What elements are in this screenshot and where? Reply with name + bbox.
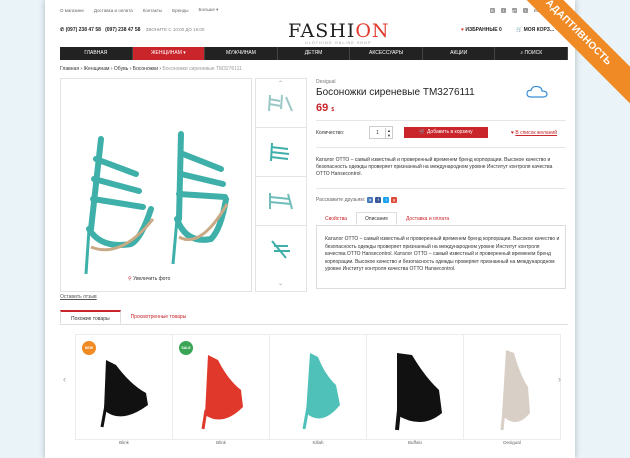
divider bbox=[316, 188, 566, 189]
twitter-icon[interactable]: t bbox=[522, 7, 528, 13]
quantity-label: Количество: bbox=[316, 130, 345, 136]
nav-item-search[interactable]: ⌕ ПОИСК bbox=[495, 47, 569, 60]
nav-item-women[interactable]: ЖЕНЩИНАМ ▾ bbox=[132, 47, 206, 60]
divider bbox=[316, 147, 566, 148]
logo-tagline: CLOTHING ONLINE SHOP bbox=[305, 41, 372, 45]
facebook-icon[interactable]: f bbox=[500, 7, 506, 13]
googleplus-icon[interactable]: g bbox=[391, 197, 398, 203]
sale-badge: SALE bbox=[179, 341, 193, 355]
header-phones: ✆ (097) 238 47 58 (097) 238 47 58 ЗВОНИТ… bbox=[60, 27, 204, 33]
chevron-down-icon[interactable]: ⌄ bbox=[278, 280, 283, 287]
product-price: 69 $ bbox=[316, 102, 335, 114]
product-description: Каталог ОТТО – самый известный и провере… bbox=[316, 157, 553, 177]
share-label: Расскажите друзьям: bbox=[316, 197, 366, 203]
tab-panel-text: Каталог ОТТО – самый известный и провере… bbox=[325, 236, 560, 273]
quantity-value[interactable]: 1 bbox=[370, 130, 385, 136]
related-tabs: Похожие товары Просмотренные товары bbox=[60, 310, 568, 325]
blogger-icon[interactable]: B bbox=[489, 7, 495, 13]
carousel-cards: NEW Blink SALE Blink Killah Buffalo Desi… bbox=[75, 334, 561, 445]
cart-icon: 🛒 bbox=[419, 129, 426, 135]
thumbnail-strip bbox=[255, 78, 307, 292]
product-tabs: Свойства Описание Доставка и оплата bbox=[316, 212, 566, 226]
product-card-name[interactable]: Killah bbox=[270, 440, 366, 445]
decrease-icon[interactable]: ▼ bbox=[387, 133, 391, 138]
quantity-stepper[interactable]: 1 ▲ ▼ bbox=[369, 126, 393, 139]
product-card[interactable]: Killah bbox=[269, 334, 367, 445]
chevron-up-icon[interactable]: ⌃ bbox=[278, 80, 283, 87]
magnifier-icon: ⚲ bbox=[128, 276, 132, 282]
tab-similar-products[interactable]: Похожие товары bbox=[60, 310, 121, 324]
product-card[interactable]: Desigual bbox=[463, 334, 561, 445]
chevron-left-icon[interactable]: ‹ bbox=[63, 374, 66, 384]
twitter-icon[interactable]: t bbox=[383, 197, 390, 203]
product-main-image[interactable] bbox=[60, 78, 252, 292]
phone-2[interactable]: (097) 238 47 58 bbox=[105, 27, 140, 33]
cart-link[interactable]: 🛒 МОЯ КОРЗ... bbox=[516, 27, 554, 33]
cart-icon: 🛒 bbox=[516, 27, 523, 33]
add-to-cart-button[interactable]: 🛒 Добавить в корзину bbox=[404, 127, 488, 138]
favorites-link[interactable]: ♥ ИЗБРАННЫЕ 0 bbox=[461, 27, 502, 33]
product-carousel: ‹ NEW Blink SALE Blink Killah Buffalo De… bbox=[60, 334, 568, 445]
chevron-right-icon[interactable]: › bbox=[558, 374, 561, 384]
site-logo[interactable]: FASHION bbox=[288, 20, 390, 42]
product-card[interactable]: Buffalo bbox=[366, 334, 464, 445]
shoe-image bbox=[302, 353, 340, 430]
thumbnail[interactable] bbox=[256, 226, 306, 274]
tab-viewed-products[interactable]: Просмотренные товары bbox=[121, 310, 197, 324]
top-link-more[interactable]: Больше ▾ bbox=[198, 7, 218, 13]
sandal-illustration bbox=[84, 131, 229, 275]
breadcrumb: Главная › Женщинам › Обувь › Босоножки ›… bbox=[60, 66, 242, 72]
wishlist-link[interactable]: ♥ В список желаний bbox=[511, 130, 557, 136]
nav-item-men[interactable]: МУЖЧИНАМ bbox=[205, 47, 278, 60]
product-card-name[interactable]: Desigual bbox=[464, 440, 560, 445]
share-bar: Расскажите друзьям: в f t g bbox=[316, 197, 398, 203]
top-link-about[interactable]: О магазине bbox=[60, 8, 84, 13]
facebook-icon[interactable]: f bbox=[375, 197, 382, 203]
top-link-brands[interactable]: Бренды bbox=[172, 8, 188, 13]
leave-review-link[interactable]: Оставить отзыв bbox=[60, 294, 97, 300]
shoe-image bbox=[395, 353, 442, 431]
new-badge: NEW bbox=[82, 341, 96, 355]
crumb-women[interactable]: Женщинам bbox=[83, 66, 109, 72]
favorites-count: 0 bbox=[499, 27, 502, 33]
googleplus-icon[interactable]: g+ bbox=[511, 7, 517, 13]
cloud-icon bbox=[526, 85, 548, 98]
call-hours: ЗВОНИТЕ С 10:00 ДО 18:00 bbox=[145, 27, 205, 32]
product-card-name[interactable]: Buffalo bbox=[367, 440, 463, 445]
thumbnail[interactable] bbox=[256, 128, 306, 177]
main-nav: ГЛАВНАЯ ЖЕНЩИНАМ ▾ МУЖЧИНАМ ДЕТЯМ АКСЕСС… bbox=[60, 47, 569, 60]
nav-item-accessories[interactable]: АКСЕССУАРЫ bbox=[350, 47, 423, 60]
tab-properties[interactable]: Свойства bbox=[316, 212, 356, 225]
phone-icon: ✆ bbox=[60, 27, 65, 33]
nav-item-sales[interactable]: АКЦИИ bbox=[423, 47, 496, 60]
crumb-home[interactable]: Главная bbox=[60, 66, 79, 72]
product-card[interactable]: NEW Blink bbox=[75, 334, 173, 445]
product-title: Босоножки сиреневые ТМ3276111 bbox=[316, 87, 475, 98]
product-card-name[interactable]: Blink bbox=[173, 440, 269, 445]
product-card-name[interactable]: Blink bbox=[76, 440, 172, 445]
crumb-shoes[interactable]: Обувь bbox=[114, 66, 128, 72]
vk-icon[interactable]: в bbox=[367, 197, 374, 203]
product-brand[interactable]: Desigual bbox=[316, 79, 335, 85]
divider bbox=[316, 120, 566, 121]
zoom-photo-link[interactable]: ⚲ Увеличить фото bbox=[128, 276, 170, 282]
top-link-delivery[interactable]: Доставка и оплата bbox=[94, 8, 133, 13]
tab-description[interactable]: Описание bbox=[355, 212, 397, 225]
top-utility-bar: О магазине Доставка и оплата Контакты Бр… bbox=[60, 5, 568, 15]
phone-1[interactable]: (097) 238 47 58 bbox=[66, 27, 101, 33]
search-icon: ⌕ bbox=[520, 50, 524, 56]
shoe-image bbox=[500, 350, 530, 431]
product-card[interactable]: SALE Blink bbox=[172, 334, 270, 445]
tab-delivery[interactable]: Доставка и оплата bbox=[397, 212, 458, 225]
heart-icon: ♥ bbox=[511, 130, 514, 136]
heart-icon: ♥ bbox=[461, 27, 464, 33]
top-link-contacts[interactable]: Контакты bbox=[143, 8, 162, 13]
nav-item-home[interactable]: ГЛАВНАЯ bbox=[60, 47, 133, 60]
crumb-sandals[interactable]: Босоножки bbox=[133, 66, 158, 72]
crumb-current: Босоножки сиреневые ТМ3276111 bbox=[162, 66, 242, 72]
thumbnail[interactable] bbox=[256, 177, 306, 226]
nav-item-kids[interactable]: ДЕТЯМ bbox=[278, 47, 351, 60]
